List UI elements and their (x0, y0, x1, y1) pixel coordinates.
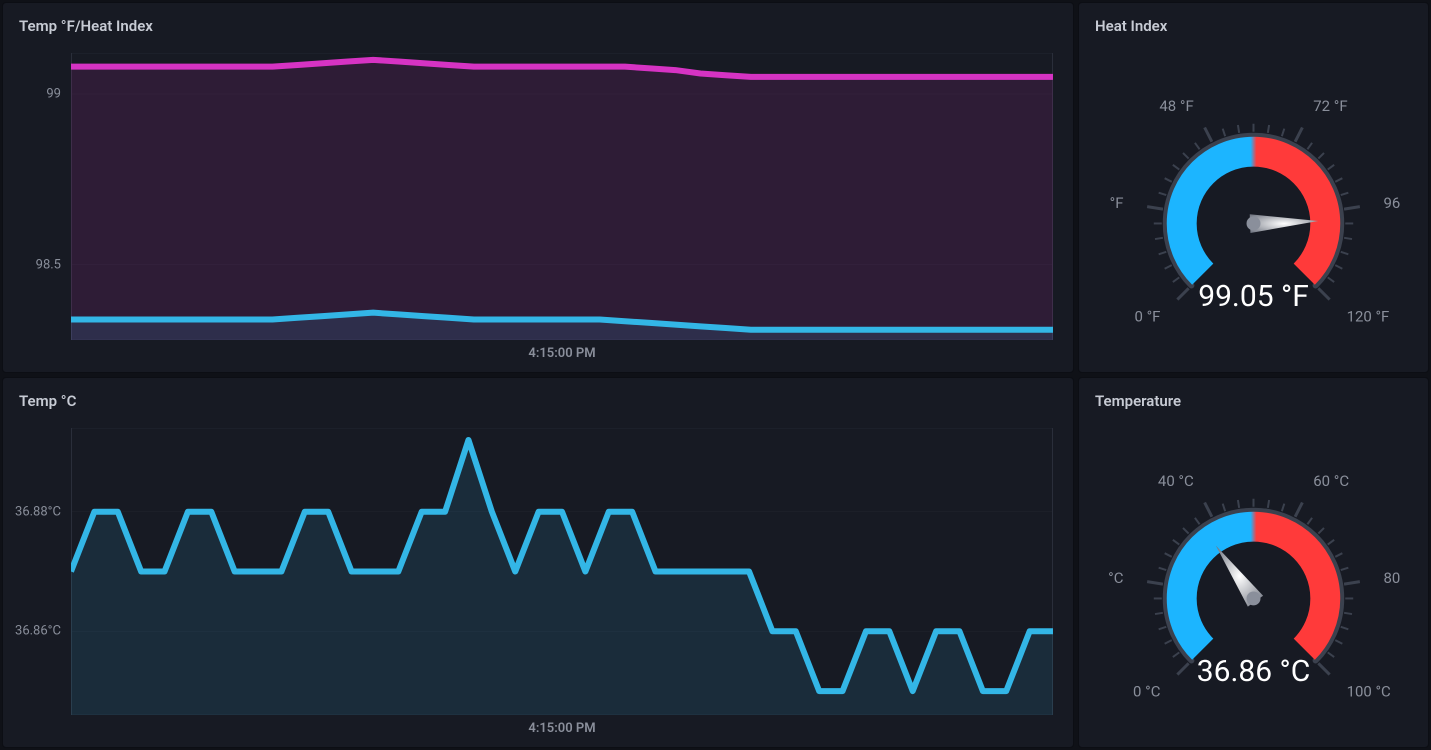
y-axis-ticks: 36.86°C 36.88°C (3, 428, 67, 715)
x-axis-ticks: 4:15:00 PM (71, 721, 1053, 739)
svg-text:48 °F: 48 °F (1159, 97, 1193, 115)
panel-temp-f-heat-index[interactable]: Temp °F/Heat Index 98.5 99 4:15:00 PM (2, 2, 1074, 373)
y-tick-label: 36.88°C (15, 504, 61, 519)
svg-text:°F: °F (1110, 194, 1124, 212)
gauge-heat-index: 0 °F°F48 °F72 °F96120 °F (1079, 51, 1428, 366)
panel-title: Temperature (1079, 378, 1428, 410)
gauge-readout: 99.05 °F (1079, 279, 1428, 314)
x-axis-ticks: 4:15:00 PM (71, 346, 1053, 364)
gauge-container: 0 °C°C40 °C60 °C80100 °C 36.86 °C (1079, 426, 1428, 741)
line-chart-tempf (71, 53, 1053, 340)
y-tick-label: 99 (46, 87, 61, 102)
gauge-container: 0 °F°F48 °F72 °F96120 °F 99.05 °F (1079, 51, 1428, 366)
panel-temperature-gauge[interactable]: Temperature 0 °C°C40 °C60 °C80100 °C 36.… (1078, 377, 1429, 748)
chart-plot-area[interactable] (71, 53, 1053, 340)
dashboard-grid: Temp °F/Heat Index 98.5 99 4:15:00 PM Hea… (0, 0, 1431, 750)
svg-text:40 °C: 40 °C (1158, 472, 1194, 490)
svg-text:°C: °C (1108, 569, 1124, 587)
y-tick-label: 36.86°C (15, 624, 61, 639)
svg-text:96: 96 (1384, 194, 1401, 212)
line-chart-tempc (71, 428, 1053, 715)
x-tick-label: 4:15:00 PM (528, 721, 595, 736)
svg-text:60 °C: 60 °C (1313, 472, 1349, 490)
panel-title: Heat Index (1079, 3, 1428, 35)
svg-text:80: 80 (1384, 569, 1401, 587)
panel-title: Temp °C (3, 378, 1073, 410)
chart-plot-area[interactable] (71, 428, 1053, 715)
y-tick-label: 98.5 (36, 257, 61, 272)
panel-heat-index-gauge[interactable]: Heat Index 0 °F°F48 °F72 °F96120 °F 99.0… (1078, 2, 1429, 373)
y-axis-ticks: 98.5 99 (3, 53, 67, 340)
x-tick-label: 4:15:00 PM (528, 346, 595, 361)
gauge-readout: 36.86 °C (1079, 654, 1428, 689)
gauge-temperature: 0 °C°C40 °C60 °C80100 °C (1079, 426, 1428, 741)
panel-temp-c[interactable]: Temp °C 36.86°C 36.88°C 4:15:00 PM (2, 377, 1074, 748)
svg-text:72 °F: 72 °F (1313, 97, 1347, 115)
panel-title: Temp °F/Heat Index (3, 3, 1073, 35)
